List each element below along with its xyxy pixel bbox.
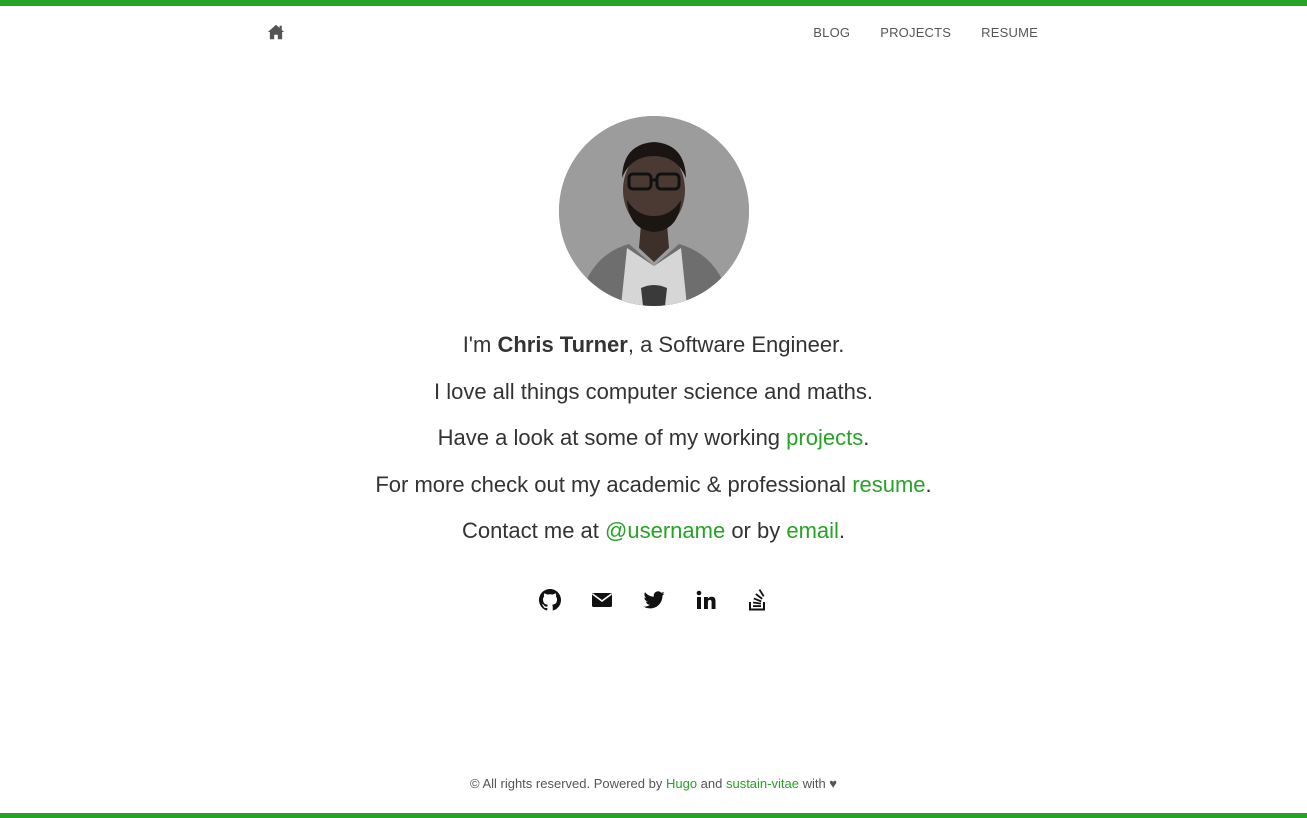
email-link[interactable]: email — [786, 518, 839, 543]
twitter-handle-link[interactable]: @username — [605, 518, 725, 543]
intro-line-4: For more check out my academic & profess… — [0, 462, 1307, 509]
resume-link[interactable]: resume — [852, 472, 925, 497]
twitter-icon — [643, 590, 665, 608]
twitter-link[interactable] — [643, 589, 665, 611]
page: BLOG PROJECTS RESUME I'm Chris Turner, a… — [0, 0, 1307, 818]
avatar — [558, 116, 749, 306]
intro-line-3: Have a look at some of my working projec… — [0, 415, 1307, 462]
intro-line-5-middle: or by — [725, 518, 787, 543]
intro-line-1-suffix: , a Software Engineer. — [627, 332, 845, 357]
intro-line-4-prefix: For more check out my academic & profess… — [375, 471, 853, 497]
linkedin-icon — [696, 590, 715, 609]
home-link[interactable] — [267, 23, 285, 41]
email-icon-link[interactable] — [591, 589, 613, 611]
intro-line-2: I love all things computer science and m… — [433, 378, 873, 404]
nav-item-blog: BLOG — [783, 25, 850, 40]
intro-line-3-prefix: Have a look at some of my working — [437, 425, 787, 450]
nav-menu: BLOG PROJECTS RESUME — [783, 25, 1038, 40]
stackoverflow-link[interactable] — [747, 588, 769, 611]
hugo-link[interactable]: Hugo — [666, 776, 697, 791]
social-links — [0, 588, 1307, 611]
nav-link-projects[interactable]: PROJECTS — [880, 25, 951, 40]
intro-line-1-prefix: I'm — [462, 332, 498, 357]
intro-line-3-suffix: . — [863, 425, 870, 450]
intro-line-5-prefix: Contact me at — [461, 518, 606, 543]
intro-line-4-suffix: . — [925, 471, 932, 497]
nav-link-resume[interactable]: RESUME — [981, 25, 1038, 40]
footer-copyright: © All rights reserved. Powered by — [469, 776, 666, 791]
author-name: Chris Turner — [497, 332, 628, 357]
footer-heart: with ♥ — [798, 776, 838, 791]
hero: I'm Chris Turner, a Software Engineer. I… — [0, 116, 1307, 611]
stackoverflow-icon — [748, 588, 765, 610]
footer-and: and — [697, 776, 726, 791]
nav-link-blog[interactable]: BLOG — [813, 25, 850, 40]
avatar-portrait — [558, 116, 749, 306]
intro-line-5: Contact me at @username or by email. — [0, 508, 1307, 555]
home-icon — [267, 24, 285, 40]
intro-line-5-suffix: . — [838, 518, 846, 543]
intro: I'm Chris Turner, a Software Engineer. I… — [0, 322, 1307, 555]
envelope-icon — [591, 592, 612, 607]
sustain-vitae-link[interactable]: sustain-vitae — [726, 776, 799, 791]
intro-line-1: I'm Chris Turner, a Software Engineer. — [0, 322, 1307, 369]
github-link[interactable] — [538, 588, 561, 611]
linkedin-link[interactable] — [695, 589, 717, 611]
projects-link[interactable]: projects — [786, 425, 863, 450]
github-icon — [538, 588, 561, 610]
nav-item-resume: RESUME — [951, 25, 1038, 40]
navbar: BLOG PROJECTS RESUME — [262, 6, 1045, 60]
footer: © All rights reserved. Powered by Hugo a… — [0, 776, 1307, 791]
nav-item-projects: PROJECTS — [850, 25, 951, 40]
